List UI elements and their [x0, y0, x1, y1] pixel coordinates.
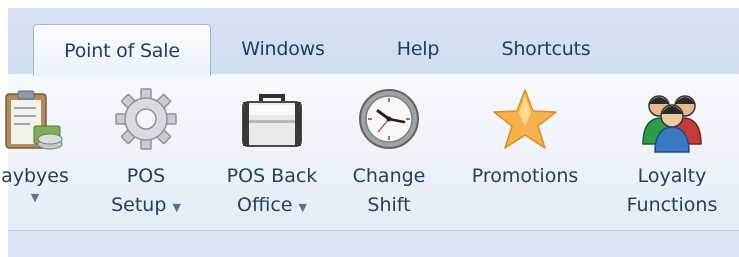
pos-setup-label-line2: Setup: [111, 194, 167, 216]
ribbon-panel: aybyes ▼ POS Setup ▼ POS Back Office ▼ C…: [1, 74, 739, 231]
pos-back-office-label-line2: Office: [237, 194, 293, 216]
ribbon-tab-bar: Point of Sale Windows Help Shortcuts: [8, 8, 739, 76]
tab-point-of-sale[interactable]: Point of Sale: [33, 24, 211, 76]
pos-setup-label-line1: POS: [126, 165, 166, 187]
loyalty-functions-label-line2: Functions: [626, 194, 718, 216]
laybyes-dropdown-arrow[interactable]: ▼: [31, 191, 39, 204]
loyalty-functions-button[interactable]: Loyalty Functions: [616, 74, 728, 230]
tab-windows[interactable]: Windows: [223, 24, 343, 74]
app-window: Point of Sale Windows Help Shortcuts ayb…: [1, 8, 739, 257]
change-shift-button[interactable]: Change Shift: [343, 74, 435, 230]
clock-icon: [359, 89, 419, 149]
promotions-button[interactable]: Promotions: [456, 74, 594, 230]
promotions-label: Promotions: [471, 165, 579, 187]
laybyes-label: aybyes: [1, 165, 69, 187]
people-group-icon: [642, 95, 702, 153]
loyalty-functions-label-line1: Loyalty: [637, 165, 707, 187]
pos-back-office-label-line1: POS Back: [226, 165, 318, 187]
tab-shortcuts[interactable]: Shortcuts: [486, 24, 606, 74]
clipboard-money-icon: [5, 90, 63, 150]
content-area: [8, 231, 739, 257]
pos-setup-dropdown-arrow[interactable]: ▼: [172, 201, 180, 214]
change-shift-label-line1: Change: [352, 165, 426, 187]
pos-back-office-dropdown-arrow[interactable]: ▼: [299, 201, 307, 214]
pos-setup-button[interactable]: POS Setup ▼: [98, 74, 194, 230]
star-icon: [493, 89, 557, 149]
briefcase-icon: [242, 94, 302, 147]
tab-help[interactable]: Help: [378, 24, 458, 74]
laybyes-button[interactable]: aybyes ▼: [0, 74, 72, 230]
pos-back-office-button[interactable]: POS Back Office ▼: [213, 74, 331, 230]
change-shift-label-line2: Shift: [367, 194, 411, 216]
gear-icon: [115, 88, 177, 150]
